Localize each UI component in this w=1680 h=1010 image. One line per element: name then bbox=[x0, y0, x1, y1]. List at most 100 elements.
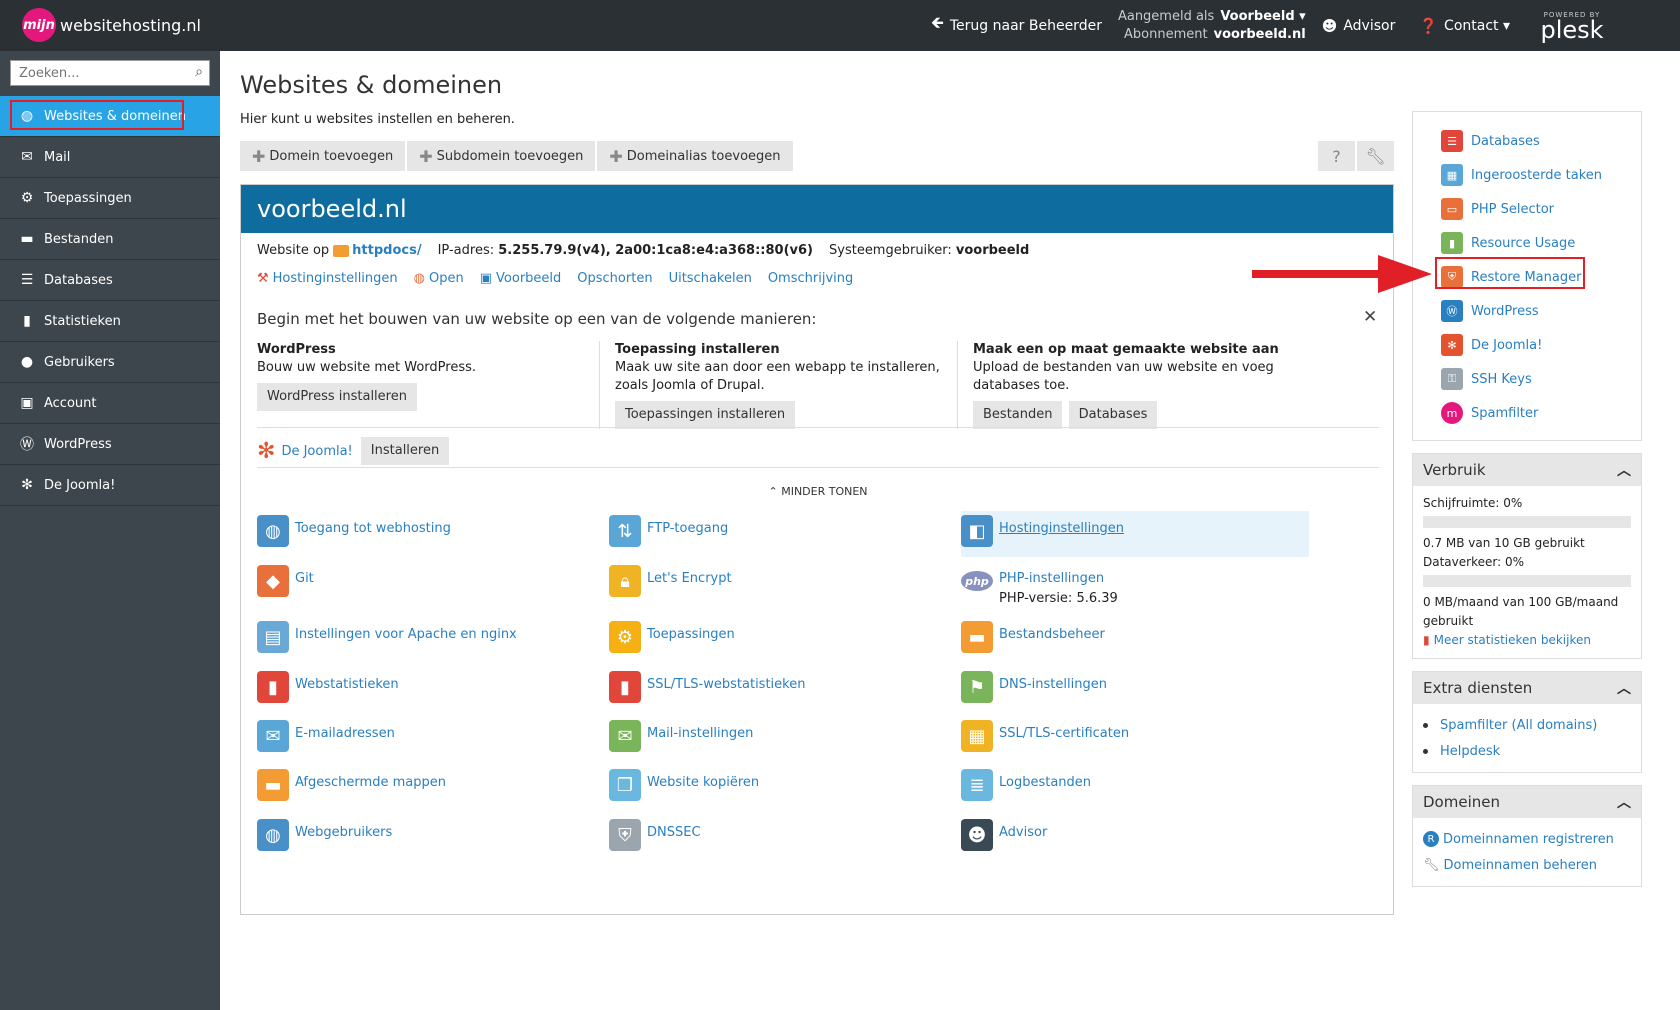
advisor-link[interactable]: ☻ Advisor bbox=[1322, 17, 1396, 35]
description-link[interactable]: Omschrijving bbox=[768, 271, 853, 286]
secure-stats-icon: ▮ bbox=[609, 671, 641, 703]
register-domains-link[interactable]: Domeinnamen registreren bbox=[1443, 830, 1614, 849]
quick-link-de-joomla[interactable]: ✻ De Joomla! bbox=[1441, 328, 1641, 362]
sidebar-item-de-joomla[interactable]: ✻ De Joomla! bbox=[0, 465, 220, 506]
show-less-toggle[interactable]: ⌃ MINDER TONEN bbox=[241, 485, 1395, 498]
manage-domains-link[interactable]: Domeinnamen beheren bbox=[1444, 856, 1598, 875]
tool-php-instellingen[interactable]: php PHP-instellingen PHP-versie: 5.6.39 bbox=[961, 565, 1118, 609]
sidebar-item-toepassingen[interactable]: ⚙ Toepassingen bbox=[0, 178, 220, 219]
suspend-link[interactable]: Opschorten bbox=[577, 271, 652, 286]
list-item: R Domeinnamen registreren bbox=[1423, 826, 1631, 852]
quick-link-databases[interactable]: ☰ Databases bbox=[1441, 124, 1641, 158]
tool-e-mailadressen[interactable]: ✉ E-mailadressen bbox=[257, 720, 395, 752]
tool-website-kopi-ren[interactable]: ❐ Website kopiëren bbox=[609, 769, 759, 801]
add-domain-alias-button[interactable]: ✚ Domeinalias toevoegen bbox=[597, 141, 795, 171]
sidebar-item-gebruikers[interactable]: ● Gebruikers bbox=[0, 342, 220, 383]
preview-link[interactable]: ▣ Voorbeeld bbox=[480, 271, 562, 286]
close-icon[interactable]: ✕ bbox=[1363, 307, 1377, 327]
sysuser-value: voorbeeld bbox=[955, 243, 1030, 258]
joomla-install-button[interactable]: Installeren bbox=[360, 437, 450, 465]
httpdocs-link[interactable]: httpdocs/ bbox=[352, 243, 421, 258]
add-domain-button[interactable]: ✚ Domein toevoegen bbox=[240, 141, 408, 171]
dns-icon: ⚑ bbox=[961, 671, 993, 703]
tool-ftp-toegang[interactable]: ⇅ FTP-toegang bbox=[609, 515, 728, 547]
tool-afgeschermde-mappen[interactable]: ▬ Afgeschermde mappen bbox=[257, 769, 446, 801]
certificate-icon: ▦ bbox=[961, 720, 993, 752]
settings-button[interactable]: 🔧︎ bbox=[1355, 141, 1394, 171]
quick-link-ingeroosterde-taken[interactable]: ▦ Ingeroosterde taken bbox=[1441, 158, 1641, 192]
more-stats-link[interactable]: ▮ Meer statistieken bekijken bbox=[1423, 631, 1631, 650]
sidebar-item-websites-domeinen[interactable]: ◍ Websites & domeinen bbox=[0, 96, 220, 137]
sidebar-item-wordpress[interactable]: Ⓦ WordPress bbox=[0, 424, 220, 465]
tool-bestandsbeheer[interactable]: ▬ Bestandsbeheer bbox=[961, 621, 1105, 653]
helpdesk-link[interactable]: Helpdesk bbox=[1440, 742, 1500, 761]
tool-webstatistieken[interactable]: ▮ Webstatistieken bbox=[257, 671, 399, 703]
build-title: Begin met het bouwen van uw website op e… bbox=[257, 310, 817, 328]
tool-dns-instellingen[interactable]: ⚑ DNS-instellingen bbox=[961, 671, 1107, 703]
quick-link-spamfilter[interactable]: m Spamfilter bbox=[1441, 396, 1641, 430]
php-selector-icon: ▭ bbox=[1441, 198, 1463, 220]
usage-header[interactable]: Verbruik ︿ bbox=[1413, 454, 1641, 486]
sidebar-item-account[interactable]: ▣ Account bbox=[0, 383, 220, 424]
sidebar-item-databases[interactable]: ☰ Databases bbox=[0, 260, 220, 301]
globe-flag-icon: ◍ bbox=[257, 515, 289, 547]
more-stats-label: Meer statistieken bekijken bbox=[1433, 633, 1591, 647]
disable-link[interactable]: Uitschakelen bbox=[669, 271, 752, 286]
quick-link-resource-usage[interactable]: ▮ Resource Usage bbox=[1441, 226, 1641, 260]
sidebar-item-mail[interactable]: ✉ Mail bbox=[0, 137, 220, 178]
user-menu[interactable]: Voorbeeld ▾ bbox=[1220, 8, 1305, 26]
tool-label: Toepassingen bbox=[647, 627, 735, 642]
user-info[interactable]: Aangemeld als Voorbeeld ▾ Abonnement voorb… bbox=[1118, 8, 1306, 44]
quick-link-ssh-keys[interactable]: ⚿ SSH Keys bbox=[1441, 362, 1641, 396]
sidebar-item-bestanden[interactable]: ▬ Bestanden bbox=[0, 219, 220, 260]
back-to-admin-link[interactable]: 🡸 Terug naar Beheerder bbox=[931, 12, 1102, 39]
search-input[interactable] bbox=[11, 61, 171, 85]
tool-webgebruikers[interactable]: ◍ Webgebruikers bbox=[257, 819, 392, 851]
tool-ssl-tls-webstatistieken[interactable]: ▮ SSL/TLS-webstatistieken bbox=[609, 671, 805, 703]
databases-button[interactable]: Databases bbox=[1068, 401, 1158, 429]
logo[interactable]: mijn websitehosting.nl bbox=[22, 8, 201, 42]
tool-logbestanden[interactable]: ≣ Logbestanden bbox=[961, 769, 1091, 801]
plesk-logo: POWERED BY plesk bbox=[1534, 0, 1610, 51]
tool-ssl-tls-certificaten[interactable]: ▦ SSL/TLS-certificaten bbox=[961, 720, 1129, 752]
tool-toegang-tot-webhosting[interactable]: ◍ Toegang tot webhosting bbox=[257, 515, 451, 547]
usage-panel: Verbruik ︿ Schijfruimte: 0% 0.7 MB van 10… bbox=[1412, 453, 1642, 659]
search-icon[interactable]: ⌕ bbox=[195, 64, 203, 80]
list-item: 🔧︎ Domeinnamen beheren bbox=[1423, 852, 1631, 878]
tool-dnssec[interactable]: ⛨ DNSSEC bbox=[609, 819, 701, 851]
sysuser-label: Systeemgebruiker: bbox=[829, 243, 952, 258]
contact-menu[interactable]: ❓ Contact ▾ bbox=[1419, 17, 1510, 35]
files-button[interactable]: Bestanden bbox=[973, 401, 1063, 429]
lock-icon: 🔒︎ bbox=[609, 565, 641, 597]
quick-link-wordpress[interactable]: Ⓦ WordPress bbox=[1441, 294, 1641, 328]
tool-advisor[interactable]: ☻ Advisor bbox=[961, 819, 1047, 851]
help-button[interactable]: ? bbox=[1316, 141, 1355, 171]
ip-value: 5.255.79.9(v4), 2a00:1ca8:e4:a368::80(v6… bbox=[498, 243, 813, 258]
tool-git[interactable]: ◆ Git bbox=[257, 565, 314, 597]
chevron-up-icon: ︿ bbox=[1617, 795, 1631, 811]
sidebar-item-statistieken[interactable]: ▮ Statistieken bbox=[0, 301, 220, 342]
install-apps-button[interactable]: Toepassingen installeren bbox=[615, 401, 796, 429]
joomla-icon: ✻ bbox=[21, 477, 33, 493]
install-wordpress-button[interactable]: WordPress installeren bbox=[257, 383, 417, 411]
tool-mail-instellingen[interactable]: ✉ Mail-instellingen bbox=[609, 720, 753, 752]
spamfilter-all-link[interactable]: Spamfilter (All domains) bbox=[1440, 716, 1597, 735]
add-subdomain-button[interactable]: ✚ Subdomein toevoegen bbox=[407, 141, 598, 171]
tool-toepassingen[interactable]: ⚙ Toepassingen bbox=[609, 621, 735, 653]
bullet bbox=[1423, 748, 1428, 754]
tool-let-s-encrypt[interactable]: 🔒︎ Let's Encrypt bbox=[609, 565, 732, 597]
traffic-bar bbox=[1423, 575, 1631, 587]
tool-hostinginstellingen[interactable]: ◧ Hostinginstellingen bbox=[961, 511, 1309, 557]
open-link[interactable]: ◍ Open bbox=[414, 271, 464, 286]
subscription-value[interactable]: voorbeeld.nl bbox=[1214, 26, 1306, 44]
quick-link-php-selector[interactable]: ▭ PHP Selector bbox=[1441, 192, 1641, 226]
sidebar-nav: ◍ Websites & domeinen ✉ Mail ⚙ Toepassingen ▬ B… bbox=[0, 96, 220, 506]
joomla-link[interactable]: De Joomla! bbox=[281, 444, 352, 459]
envelope-icon: ✉ bbox=[257, 720, 289, 752]
tool-instellingen-voor-apache-en-nginx[interactable]: ▤ Instellingen voor Apache en nginx bbox=[257, 621, 517, 653]
hosting-settings-link[interactable]: ⚒ Hostinginstellingen bbox=[257, 271, 398, 286]
arrow-left-icon: 🡸 bbox=[930, 13, 944, 32]
extra-services-header[interactable]: Extra diensten ︿ bbox=[1413, 672, 1641, 704]
key-icon: ⚿ bbox=[1441, 368, 1463, 390]
domains-header[interactable]: Domeinen ︿ bbox=[1413, 786, 1641, 818]
